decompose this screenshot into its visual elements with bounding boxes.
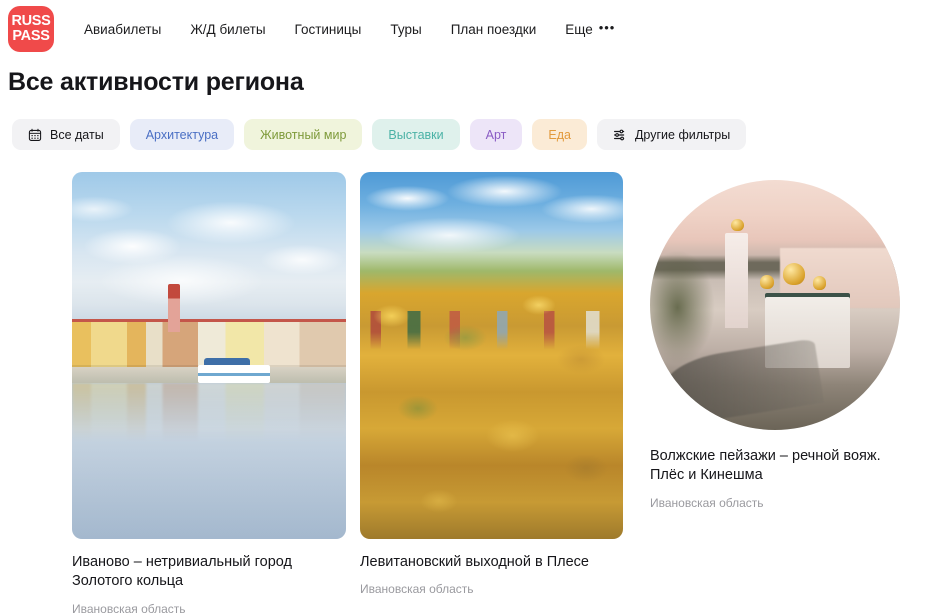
nav-item-avia[interactable]: Авиабилеты [84,22,161,37]
card-title: Левитановский выходной в Плесе [360,554,589,570]
nav-item-rail[interactable]: Ж/Д билеты [190,22,265,37]
filter-chip-architecture[interactable]: Архитектура [129,119,235,150]
filter-chip-exhibitions[interactable]: Выставки [372,119,460,150]
filter-chip-label: Архитектура [145,127,219,142]
golden-dome [812,276,827,290]
russpass-logo[interactable]: RUSS PASS [8,6,54,52]
autumn-hillside-illustration [360,172,623,539]
card-title: Иваново – нетривиальный город Золотого к… [72,554,292,590]
filter-chip-label: Выставки [388,127,444,142]
river-boat [198,357,271,384]
page-title: Все активности региона [8,68,304,96]
bell-tower [725,232,748,328]
water-reflection [72,383,346,442]
village-roofs [360,311,623,407]
nav-item-more[interactable]: Еще ••• [565,19,616,37]
card-subtitle: Ивановская область [360,582,474,597]
golden-dome [731,218,744,232]
sliders-icon [613,128,627,142]
activity-card[interactable]: Иваново – нетривиальный город Золотого к… [72,172,346,616]
calendar-icon [28,128,42,142]
card-image-plyos[interactable] [360,172,623,539]
nav-label: План поездки [450,21,537,37]
tree-cluster [650,250,715,365]
card-image-volga[interactable] [650,180,900,430]
golden-dome [760,275,774,289]
card-subtitle: Ивановская область [650,495,764,510]
nav-label: Туры [390,21,422,37]
card-image-ivanovo[interactable] [72,172,346,539]
site-header: RUSS PASS Авиабилеты Ж/Д билеты Гостиниц… [0,0,930,58]
filter-chip-art[interactable]: Арт [469,119,523,150]
nav-label: Авиабилеты [84,21,162,37]
filter-chip-label: Другие фильтры [634,127,731,142]
filter-chip-row: Все даты Архитектура Животный мир Выстав… [12,119,930,150]
filter-chip-label: Все даты [50,127,104,142]
activity-card[interactable]: Левитановский выходной в Плесе Ивановска… [360,172,623,596]
ellipsis-icon: ••• [598,19,616,35]
card-title: Волжские пейзажи – речной вояж. Плёс и К… [650,448,881,484]
nav-label: Ж/Д билеты [190,21,266,37]
logo-line-2: PASS [12,28,50,44]
filter-chip-more-filters[interactable]: Другие фильтры [596,119,747,150]
nav-label: Еще [565,21,593,37]
logo-line-1: RUSS [11,13,51,30]
filter-chip-all-dates[interactable]: Все даты [12,119,120,150]
activity-card[interactable]: Волжские пейзажи – речной вояж. Плёс и К… [650,172,900,510]
nav-item-hotels[interactable]: Гостиницы [295,22,362,37]
golden-dome [782,262,805,285]
card-subtitle: Ивановская область [72,601,186,616]
filter-chip-food[interactable]: Еда [532,119,587,150]
church-sunset-illustration [650,180,900,430]
nav-item-tours[interactable]: Туры [390,22,421,37]
activity-card-grid: Иваново – нетривиальный город Золотого к… [0,172,930,616]
main-navigation: Авиабилеты Ж/Д билеты Гостиницы Туры Пла… [84,19,616,37]
nav-label: Гостиницы [294,21,362,37]
filter-chip-label: Еда [548,127,571,142]
filter-chip-label: Животный мир [260,127,347,142]
nav-item-trip-plan[interactable]: План поездки [451,22,537,37]
riverside-town-illustration [72,172,346,539]
filter-chip-label: Арт [485,127,507,142]
filter-chip-wildlife[interactable]: Животный мир [244,119,363,150]
clock-tower [167,283,180,332]
